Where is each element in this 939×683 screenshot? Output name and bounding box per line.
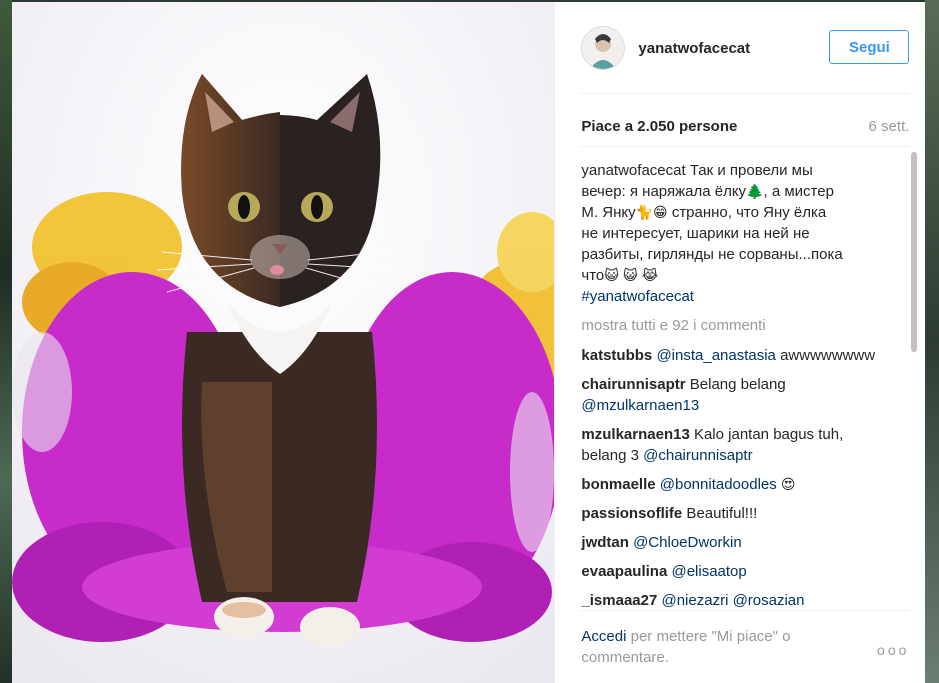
comments-scrollbar[interactable] <box>911 152 918 610</box>
comment-mention[interactable]: @ChloeDworkin <box>633 534 742 551</box>
caption-text: вечер: я наряжала ёлку <box>581 183 747 200</box>
comment-username[interactable]: mzulkarnaen13 <box>581 426 689 443</box>
avatar-image <box>582 27 625 69</box>
comment-username[interactable]: bonmaelle <box>581 476 655 493</box>
comment-mention[interactable]: @insta_anastasia <box>656 347 775 364</box>
caption-username[interactable]: yanatwofacecat <box>581 162 685 179</box>
cat-emoji: 🐈 <box>635 204 654 220</box>
post-footer: Accedi per mettere "Mi piace" o commenta… <box>581 626 909 672</box>
comment-item: jwdtan @ChloeDworkin <box>581 532 897 553</box>
login-prompt: Accedi per mettere "Mi piace" o commenta… <box>581 626 841 668</box>
username-link[interactable]: yanatwofacecat <box>638 40 750 57</box>
comment-item: mzulkarnaen13 Kalo jantan bagus tuh, bel… <box>581 424 897 466</box>
comment-mention[interactable]: @elisaatop <box>671 563 746 580</box>
show-all-comments-link[interactable]: mostra tutti e 92 i commenti <box>581 315 897 336</box>
comment-text: belang 3 <box>581 447 644 464</box>
caption-text: странно, что Яну ёлка <box>671 204 827 221</box>
caption-text: разбиты, гирлянды не сорваны...пока <box>581 246 843 263</box>
smiling-cat-emoji: 😺 <box>623 267 638 283</box>
comments-list[interactable]: yanatwofacecat Так и провели мы вечер: я… <box>581 160 897 610</box>
divider <box>581 93 910 94</box>
post-date[interactable]: 6 sett. <box>869 118 910 135</box>
comment-item: bonmaelle @bonnitadoodles 😍 <box>581 474 897 495</box>
comment-mention[interactable]: @niezazri @rosazian <box>661 592 804 609</box>
comment-mention[interactable]: @chairunnisaptr <box>643 447 752 464</box>
caption-hashtag[interactable]: #yanatwofacecat <box>581 288 694 305</box>
post-side-panel: yanatwofacecat Segui Piace a 2.050 perso… <box>554 2 925 683</box>
caption-text: что <box>581 267 605 284</box>
likes-row: Piace a 2.050 persone 6 sett. <box>581 118 909 138</box>
heart-eyes-emoji: 😍 <box>780 476 796 492</box>
cat-photo-illustration <box>12 2 555 683</box>
comment-item: passionsoflife Beautiful!!! <box>581 503 897 524</box>
comment-text: awwwwwwww <box>775 347 876 364</box>
comment-item: chairunnisaptr Belang belang @mzulkarnae… <box>581 374 897 416</box>
comment-username[interactable]: chairunnisaptr <box>581 376 685 393</box>
divider <box>581 146 910 147</box>
comment-username[interactable]: jwdtan <box>581 534 629 551</box>
comment-mention[interactable]: @bonnitadoodles <box>660 476 777 493</box>
comment-text: Belang belang <box>685 376 786 393</box>
smiling-cat-emoji: 😺 <box>604 267 619 283</box>
tree-emoji: 🌲 <box>746 183 764 199</box>
caption-text: , а мистер <box>763 183 834 200</box>
divider <box>581 610 910 611</box>
page-backdrop-left <box>0 0 12 683</box>
caption-text: не интересует, шарики на ней не <box>581 225 810 242</box>
post-header: yanatwofacecat Segui <box>555 2 925 94</box>
comment-item: katstubbs @insta_anastasia awwwwwwww <box>581 345 897 366</box>
caption: yanatwofacecat Так и провели мы вечер: я… <box>581 160 897 307</box>
comment-username[interactable]: passionsoflife <box>581 505 682 522</box>
scrollbar-thumb[interactable] <box>911 152 918 352</box>
comment-item: _ismaaa27 @niezazri @rosazian <box>581 590 897 610</box>
post-photo[interactable] <box>12 2 555 683</box>
follow-button[interactable]: Segui <box>829 30 910 64</box>
comment-username[interactable]: evaapaulina <box>581 563 667 580</box>
comment-text: Kalo jantan bagus tuh, <box>689 426 844 443</box>
comment-text: Beautiful!!! <box>682 505 758 522</box>
caption-text: Так и провели мы <box>689 162 813 179</box>
caption-text: М. Янку <box>581 204 636 221</box>
likes-count[interactable]: Piace a 2.050 persone <box>581 118 737 135</box>
joy-cat-emoji: 😹 <box>641 267 659 283</box>
avatar[interactable] <box>581 26 626 70</box>
comment-item: evaapaulina @elisaatop <box>581 561 897 582</box>
more-options-icon[interactable]: ooo <box>877 642 909 658</box>
login-link[interactable]: Accedi <box>581 628 626 645</box>
post-modal: yanatwofacecat Segui Piace a 2.050 perso… <box>12 2 925 683</box>
page-backdrop-right <box>925 0 939 683</box>
comment-mention[interactable]: @mzulkarnaen13 <box>581 397 699 414</box>
comment-username[interactable]: _ismaaa27 <box>581 592 657 609</box>
grin-emoji: 😁 <box>653 204 668 220</box>
comment-username[interactable]: katstubbs <box>581 347 652 364</box>
